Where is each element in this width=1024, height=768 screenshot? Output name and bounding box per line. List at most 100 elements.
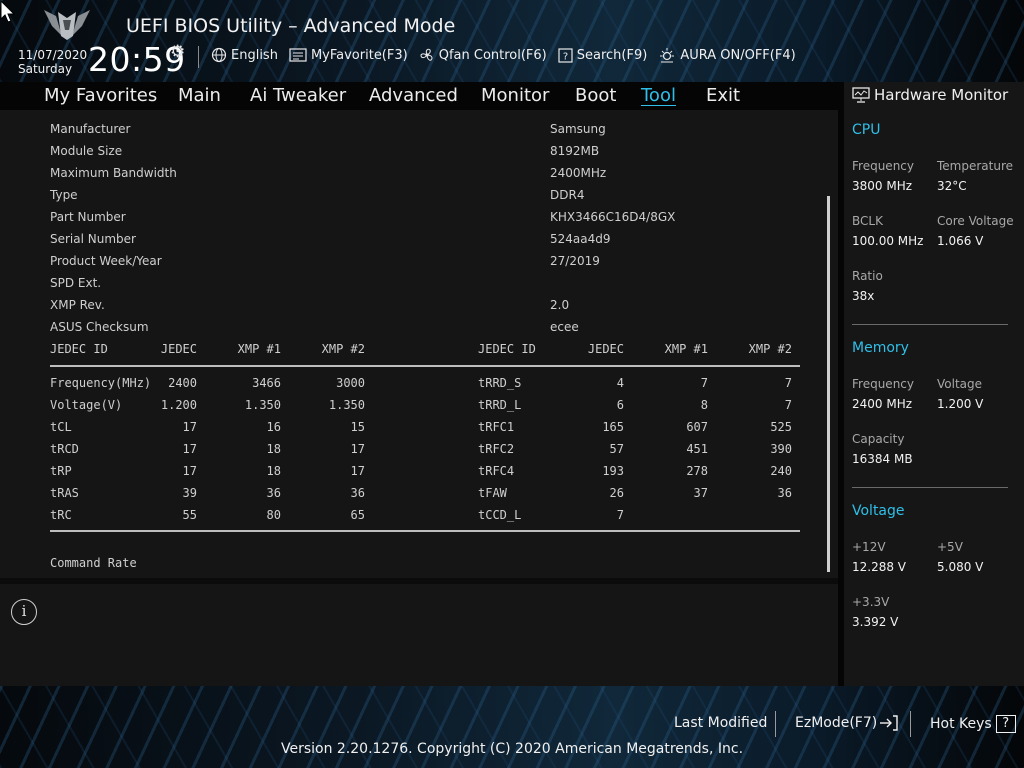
v33-label: +3.3V [852, 595, 890, 609]
ratio-value: 38x [852, 289, 875, 303]
cpu-frequency-value: 3800 MHz [852, 179, 913, 193]
timing-name: tRCD [50, 442, 79, 456]
qfan-control-label: Qfan Control(F6) [438, 47, 547, 63]
timing-name: tRFC1 [478, 420, 515, 434]
cpu-frequency-label: Frequency [852, 159, 914, 173]
tab-tool[interactable]: Tool [641, 85, 676, 106]
spd-field-label: Part Number [50, 210, 126, 224]
memory-frequency-label: Frequency [852, 377, 914, 391]
hot-keys-button[interactable]: Hot Keys ? [930, 715, 1016, 733]
language-label: English [231, 47, 278, 63]
search-question-icon: ? [558, 47, 573, 63]
bclk-value: 100.00 MHz [852, 234, 924, 248]
tab-exit[interactable]: Exit [706, 85, 740, 106]
table-column-header: JEDEC [160, 342, 197, 356]
footer-separator [775, 711, 776, 737]
timing-name: Voltage(V) [50, 398, 123, 412]
tuf-logo-icon [44, 10, 90, 40]
voltage-section-heading: Voltage [852, 503, 905, 519]
hardware-monitor-header: Hardware Monitor [852, 86, 1008, 104]
memory-voltage-value: 1.200 V [937, 397, 984, 411]
timing-value: 36 [350, 486, 365, 500]
table-column-header: JEDEC [587, 342, 624, 356]
timing-value: 7 [700, 376, 708, 390]
qfan-control-button[interactable]: Qfan Control(F6) [419, 47, 547, 63]
spd-field-label: XMP Rev. [50, 298, 105, 312]
myfavorite-label: MyFavorite(F3) [310, 47, 408, 63]
memory-capacity-label: Capacity [852, 432, 905, 446]
header-separator [198, 46, 199, 68]
footer-separator [910, 711, 911, 737]
table-column-header: XMP #1 [664, 342, 708, 356]
ezmode-button[interactable]: EzMode(F7) [795, 715, 899, 731]
spd-field-label: Manufacturer [50, 122, 131, 136]
table-column-header: XMP #2 [748, 342, 792, 356]
hardware-monitor-title: Hardware Monitor [874, 86, 1009, 104]
last-modified-button[interactable]: Last Modified [674, 715, 767, 731]
language-button[interactable]: English [211, 47, 278, 63]
aura-toggle-button[interactable]: AURA ON/OFF(F4) [658, 47, 796, 63]
myfavorite-button[interactable]: MyFavorite(F3) [289, 47, 408, 63]
timing-name: tRFC2 [478, 442, 515, 456]
memory-section-heading: Memory [852, 340, 909, 356]
content-scrollbar[interactable] [827, 196, 830, 572]
tab-main[interactable]: Main [178, 85, 221, 106]
info-icon: i [11, 599, 37, 625]
timing-value: 18 [266, 442, 281, 456]
timing-value: 17 [350, 464, 365, 478]
help-question-icon: ? [995, 715, 1016, 733]
date-display: 11/07/2020 Saturday [18, 48, 87, 76]
timing-name: tRC [50, 508, 72, 522]
tab-monitor[interactable]: Monitor [481, 85, 549, 106]
core-voltage-value: 1.066 V [937, 234, 984, 248]
timing-value: 16 [266, 420, 281, 434]
tab-advanced[interactable]: Advanced [369, 85, 458, 106]
timing-value: 80 [266, 508, 281, 522]
timing-value: 57 [609, 442, 624, 456]
search-button[interactable]: ? Search(F9) [558, 47, 647, 63]
timing-value: 240 [770, 464, 792, 478]
timing-value: 193 [602, 464, 624, 478]
tab-ai-tweaker[interactable]: Ai Tweaker [250, 85, 346, 106]
fan-icon [420, 48, 433, 61]
v12-label: +12V [852, 540, 886, 554]
spd-field-value: DDR4 [550, 188, 585, 202]
tab-boot[interactable]: Boot [575, 85, 616, 106]
timing-value: 26 [609, 486, 624, 500]
monitor-icon [852, 87, 870, 103]
aura-label: AURA ON/OFF(F4) [680, 47, 796, 63]
main-menu-bar: My Favorites Main Ai Tweaker Advanced Mo… [0, 82, 838, 110]
gear-icon[interactable]: ⚙ [170, 42, 185, 62]
table-bottom-rule [50, 530, 800, 532]
timing-value: 37 [693, 486, 708, 500]
timing-value: 18 [266, 464, 281, 478]
timing-name: tRFC4 [478, 464, 515, 478]
mouse-cursor-icon [0, 0, 16, 23]
memory-frequency-value: 2400 MHz [852, 397, 913, 411]
timing-value: 390 [770, 442, 792, 456]
spd-field-value: Samsung [550, 122, 606, 136]
bclk-label: BCLK [852, 214, 883, 228]
timing-value: 17 [182, 464, 197, 478]
core-voltage-label: Core Voltage [937, 214, 1014, 228]
timing-value: 278 [686, 464, 708, 478]
timing-value: 4 [616, 376, 624, 390]
memory-capacity-value: 16384 MB [852, 452, 913, 466]
tab-my-favorites[interactable]: My Favorites [44, 85, 157, 106]
cpu-temperature-value: 32°C [937, 179, 967, 193]
memory-section-divider [852, 487, 1008, 488]
table-column-header: XMP #1 [237, 342, 281, 356]
spd-information-panel [0, 110, 838, 578]
globe-icon [211, 47, 227, 63]
exit-arrow-icon [880, 715, 898, 731]
v5-label: +5V [937, 540, 963, 554]
help-info-area: i [0, 584, 838, 686]
command-rate-label: Command Rate [50, 556, 137, 570]
timing-value: 17 [350, 442, 365, 456]
timing-value: 1.200 [160, 398, 197, 412]
spd-field-label: Type [50, 188, 78, 202]
copyright-text: Version 2.20.1276. Copyright (C) 2020 Am… [280, 741, 744, 757]
timing-value: 7 [784, 376, 792, 390]
spd-field-label: Serial Number [50, 232, 136, 246]
timing-value: 36 [266, 486, 281, 500]
